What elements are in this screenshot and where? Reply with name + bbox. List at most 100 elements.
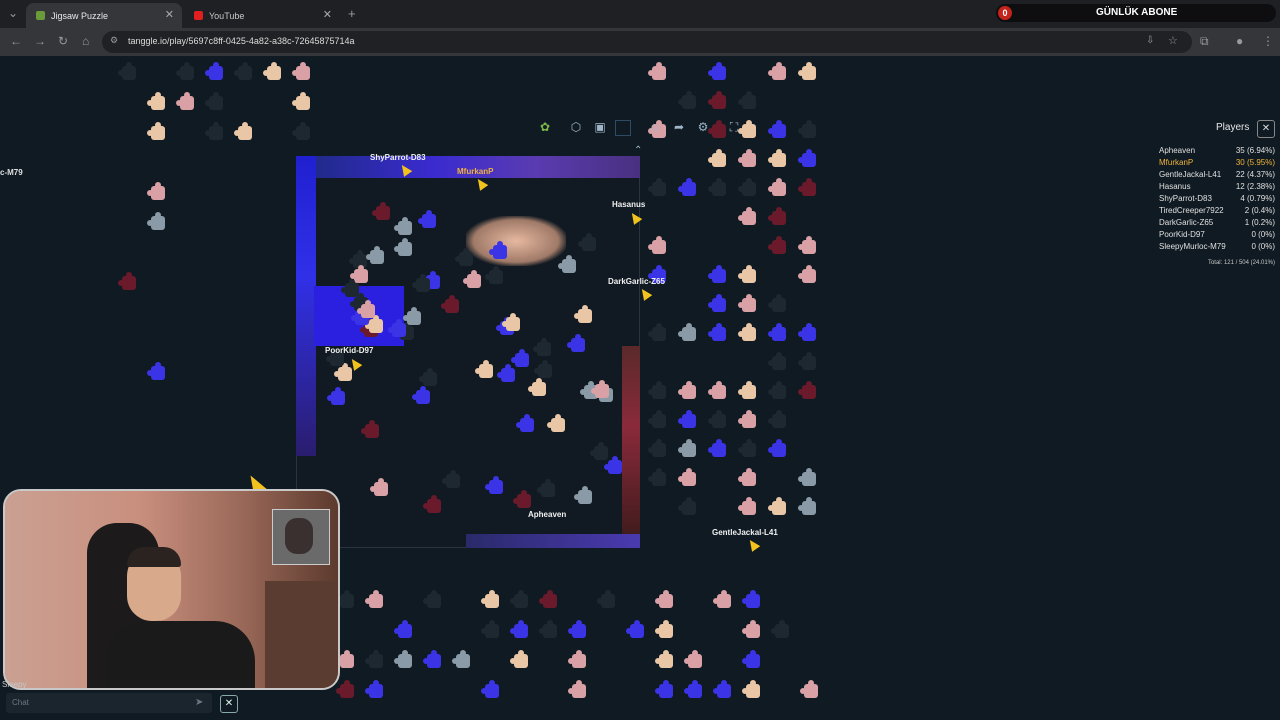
tab-jigsaw[interactable]: Jigsaw Puzzle ✕ xyxy=(26,3,182,28)
puzzle-piece[interactable] xyxy=(147,212,165,230)
puzzle-piece[interactable] xyxy=(419,368,437,386)
puzzle-piece[interactable] xyxy=(798,381,816,399)
puzzle-piece[interactable] xyxy=(648,62,666,80)
puzzle-piece[interactable] xyxy=(742,620,760,638)
puzzle-piece[interactable] xyxy=(361,420,379,438)
puzzle-piece[interactable] xyxy=(708,294,726,312)
puzzle-piece[interactable] xyxy=(655,620,673,638)
puzzle-piece[interactable] xyxy=(336,590,354,608)
puzzle-piece[interactable] xyxy=(475,360,493,378)
puzzle-piece[interactable] xyxy=(590,442,608,460)
puzzle-piece[interactable] xyxy=(738,497,756,515)
back-icon[interactable]: ← xyxy=(10,34,22,48)
puzzle-piece[interactable] xyxy=(742,590,760,608)
puzzle-piece[interactable] xyxy=(768,120,786,138)
puzzle-piece[interactable] xyxy=(684,650,702,668)
reload-icon[interactable]: ↻ xyxy=(58,34,68,48)
puzzle-piece[interactable] xyxy=(798,497,816,515)
puzzle-piece[interactable] xyxy=(742,680,760,698)
forward-icon[interactable]: → xyxy=(34,34,46,48)
puzzle-piece[interactable] xyxy=(388,319,406,337)
puzzle-piece[interactable] xyxy=(738,207,756,225)
puzzle-piece[interactable] xyxy=(798,62,816,80)
puzzle-piece[interactable] xyxy=(578,233,596,251)
puzzle-piece[interactable] xyxy=(597,590,615,608)
puzzle-piece[interactable] xyxy=(423,495,441,513)
puzzle-piece[interactable] xyxy=(708,323,726,341)
puzzle-piece[interactable] xyxy=(485,266,503,284)
puzzle-piece[interactable] xyxy=(502,313,520,331)
puzzle-piece[interactable] xyxy=(510,620,528,638)
puzzle-piece[interactable] xyxy=(510,650,528,668)
puzzle-piece[interactable] xyxy=(350,265,368,283)
puzzle-piece[interactable] xyxy=(738,149,756,167)
puzzle-piece[interactable] xyxy=(678,468,696,486)
puzzle-piece[interactable] xyxy=(708,439,726,457)
bookmark-star-icon[interactable]: ☆ xyxy=(1168,34,1178,47)
puzzle-piece[interactable] xyxy=(547,414,565,432)
puzzle-piece[interactable] xyxy=(205,122,223,140)
puzzle-piece[interactable] xyxy=(798,178,816,196)
puzzle-piece[interactable] xyxy=(798,352,816,370)
chat-close-button[interactable]: ✕ xyxy=(220,695,238,713)
puzzle-piece[interactable] xyxy=(798,265,816,283)
puzzle-piece[interactable] xyxy=(655,680,673,698)
puzzle-piece[interactable] xyxy=(738,294,756,312)
puzzle-piece[interactable] xyxy=(234,122,252,140)
puzzle-piece[interactable] xyxy=(648,236,666,254)
puzzle-piece[interactable] xyxy=(442,470,460,488)
puzzle-piece[interactable] xyxy=(648,381,666,399)
puzzle-piece[interactable] xyxy=(394,620,412,638)
puzzle-piece[interactable] xyxy=(655,650,673,668)
puzzle-piece[interactable] xyxy=(738,468,756,486)
puzzle-piece[interactable] xyxy=(452,650,470,668)
puzzle-piece[interactable] xyxy=(403,307,421,325)
puzzle-piece[interactable] xyxy=(481,680,499,698)
puzzle-piece[interactable] xyxy=(648,468,666,486)
send-icon[interactable]: ➤ xyxy=(195,697,203,708)
site-info-icon[interactable]: ⚙ xyxy=(110,35,118,46)
puzzle-piece[interactable] xyxy=(234,62,252,80)
puzzle-piece[interactable] xyxy=(147,122,165,140)
puzzle-piece[interactable] xyxy=(394,238,412,256)
puzzle-piece[interactable] xyxy=(147,362,165,380)
tab-close-icon[interactable]: ✕ xyxy=(165,8,174,21)
tab-youtube[interactable]: YouTube ✕ xyxy=(184,3,340,28)
puzzle-piece[interactable] xyxy=(357,300,375,318)
puzzle-piece[interactable] xyxy=(567,334,585,352)
puzzle-piece[interactable] xyxy=(455,248,473,266)
puzzle-piece[interactable] xyxy=(800,680,818,698)
puzzle-piece[interactable] xyxy=(798,149,816,167)
puzzle-piece[interactable] xyxy=(713,590,731,608)
box-icon[interactable] xyxy=(615,120,631,136)
puzzle-piece[interactable] xyxy=(738,410,756,428)
puzzle-piece[interactable] xyxy=(574,486,592,504)
puzzle-piece[interactable] xyxy=(463,270,481,288)
puzzle-piece[interactable] xyxy=(558,255,576,273)
puzzle-piece[interactable] xyxy=(768,294,786,312)
puzzle-piece[interactable] xyxy=(489,241,507,259)
profile-avatar[interactable]: ● xyxy=(1236,34,1243,48)
extensions-icon[interactable]: ⧉ xyxy=(1200,34,1209,49)
puzzle-piece[interactable] xyxy=(742,650,760,668)
puzzle-piece[interactable] xyxy=(423,650,441,668)
puzzle-piece[interactable] xyxy=(118,272,136,290)
players-icon[interactable]: ☺ xyxy=(646,118,664,136)
puzzle-piece[interactable] xyxy=(655,590,673,608)
puzzle-piece[interactable] xyxy=(768,352,786,370)
puzzle-piece[interactable] xyxy=(292,122,310,140)
puzzle-piece[interactable] xyxy=(708,178,726,196)
puzzle-piece[interactable] xyxy=(205,92,223,110)
puzzle-piece[interactable] xyxy=(738,178,756,196)
puzzle-piece[interactable] xyxy=(768,410,786,428)
puzzle-piece[interactable] xyxy=(678,439,696,457)
puzzle-piece[interactable] xyxy=(568,650,586,668)
puzzle-piece[interactable] xyxy=(648,323,666,341)
tab-close-icon[interactable]: ✕ xyxy=(323,8,332,21)
puzzle-piece[interactable] xyxy=(591,380,609,398)
puzzle-piece[interactable] xyxy=(365,315,383,333)
puzzle-piece[interactable] xyxy=(604,456,622,474)
collapse-toolbar-icon[interactable]: ⌃ xyxy=(634,145,642,156)
puzzle-piece[interactable] xyxy=(648,410,666,428)
puzzle-piece[interactable] xyxy=(147,182,165,200)
